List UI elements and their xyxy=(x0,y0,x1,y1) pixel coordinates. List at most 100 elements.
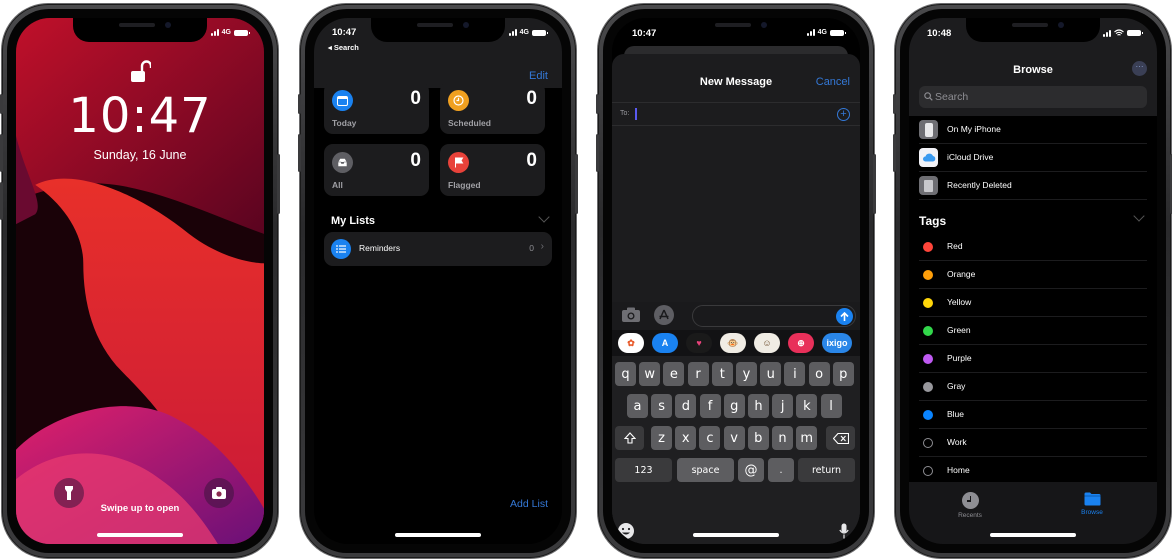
send-button[interactable] xyxy=(836,308,853,325)
edit-button[interactable]: Edit xyxy=(529,70,548,82)
key-x[interactable]: x xyxy=(675,426,697,450)
dictation-button[interactable] xyxy=(836,520,852,542)
app-store-icon[interactable]: A xyxy=(652,333,678,353)
key-g[interactable]: g xyxy=(723,394,745,418)
tag-home[interactable]: Home xyxy=(919,457,1147,485)
key-a[interactable]: a xyxy=(627,394,648,418)
key-s[interactable]: s xyxy=(651,394,673,418)
return-key[interactable]: return xyxy=(798,458,855,482)
add-list-button[interactable]: Add List xyxy=(510,498,548,510)
recipient-field[interactable]: To: + xyxy=(612,102,860,126)
collapse-chevron-icon[interactable] xyxy=(1133,210,1145,222)
smart-list-today[interactable]: 0 Today xyxy=(324,82,429,134)
tab-browse[interactable]: Browse xyxy=(1067,492,1117,516)
emoji-button[interactable] xyxy=(615,520,637,542)
home-indicator[interactable] xyxy=(395,533,481,537)
location-recently-deleted[interactable]: Recently Deleted xyxy=(919,172,1147,200)
photos-app-icon[interactable]: ✿ xyxy=(618,333,644,353)
search-input[interactable]: Search xyxy=(919,86,1147,108)
phone-messages: 10:47 4G New Message Cancel To: + ✿ A ♥ … xyxy=(596,4,876,558)
memoji-icon[interactable]: ☺ xyxy=(754,333,780,353)
tag-green[interactable]: Green xyxy=(919,317,1147,345)
more-options-button[interactable]: ··· xyxy=(1132,61,1147,76)
status-bar: 10:47 4G xyxy=(612,26,860,42)
numbers-key[interactable]: 123 xyxy=(615,458,672,482)
delete-key[interactable] xyxy=(826,426,855,450)
key-l[interactable]: l xyxy=(820,394,842,418)
swipe-hint: Swipe up to open xyxy=(100,503,180,514)
key-n[interactable]: n xyxy=(772,426,793,450)
camera-icon xyxy=(212,487,226,499)
mute-switch xyxy=(596,94,599,114)
location-label: iCloud Drive xyxy=(947,152,994,162)
battery-icon xyxy=(234,29,250,36)
to-label: To: xyxy=(620,110,630,117)
tag-gray[interactable]: Gray xyxy=(919,373,1147,401)
key-v[interactable]: v xyxy=(723,426,745,450)
period-key[interactable]: . xyxy=(768,458,794,482)
tag-red[interactable]: Red xyxy=(919,233,1147,261)
key-i[interactable]: i xyxy=(784,362,806,386)
animoji-icon[interactable]: 🐵 xyxy=(720,333,746,353)
list-count: 0 xyxy=(529,243,534,253)
images-search-icon[interactable]: ⊕ xyxy=(788,333,814,353)
key-w[interactable]: w xyxy=(639,362,661,386)
signal-icon xyxy=(1103,29,1111,37)
location-label: On My iPhone xyxy=(947,124,1001,134)
app-store-button[interactable] xyxy=(654,305,674,325)
lock-screen[interactable]: 4G 10:47 Sunday, 16 June Swipe up to ope… xyxy=(16,18,264,544)
key-c[interactable]: c xyxy=(699,426,721,450)
space-key[interactable]: space xyxy=(677,458,734,482)
key-j[interactable]: j xyxy=(772,394,794,418)
ixigo-app-icon[interactable]: ixigo xyxy=(822,333,852,353)
tag-label: Red xyxy=(947,241,963,251)
tag-purple[interactable]: Purple xyxy=(919,345,1147,373)
key-r[interactable]: r xyxy=(687,362,709,386)
key-k[interactable]: k xyxy=(796,394,818,418)
collapse-chevron-icon[interactable] xyxy=(538,211,550,223)
key-p[interactable]: p xyxy=(832,362,854,386)
smart-list-scheduled[interactable]: 0 Scheduled xyxy=(440,82,545,134)
tag-work[interactable]: Work xyxy=(919,429,1147,457)
key-q[interactable]: q xyxy=(615,362,636,386)
camera-button[interactable] xyxy=(622,307,640,327)
search-icon xyxy=(924,92,933,101)
location-on-my-iphone[interactable]: On My iPhone xyxy=(919,116,1147,144)
key-h[interactable]: h xyxy=(748,394,769,418)
home-indicator[interactable] xyxy=(97,533,183,537)
cancel-button[interactable]: Cancel xyxy=(816,76,850,88)
key-m[interactable]: m xyxy=(796,426,818,450)
key-b[interactable]: b xyxy=(747,426,769,450)
digital-touch-icon[interactable]: ♥ xyxy=(686,333,712,353)
key-u[interactable]: u xyxy=(760,362,782,386)
shift-key[interactable] xyxy=(615,426,644,450)
tab-recents[interactable]: Recents xyxy=(945,492,995,519)
microphone-icon xyxy=(839,523,849,539)
key-e[interactable]: e xyxy=(663,362,685,386)
tag-blue[interactable]: Blue xyxy=(919,401,1147,429)
home-indicator[interactable] xyxy=(693,533,779,537)
home-indicator[interactable] xyxy=(990,533,1076,537)
key-z[interactable]: z xyxy=(651,426,672,450)
location-icloud-drive[interactable]: iCloud Drive xyxy=(919,144,1147,172)
back-to-search-link[interactable]: ◂ Search xyxy=(328,43,359,52)
network-label: 4G xyxy=(221,29,231,36)
key-f[interactable]: f xyxy=(699,394,721,418)
key-d[interactable]: d xyxy=(675,394,697,418)
message-input[interactable] xyxy=(692,305,856,327)
tag-label: Orange xyxy=(947,269,976,279)
key-o[interactable]: o xyxy=(808,362,830,386)
smart-list-all[interactable]: 0 All xyxy=(324,144,429,196)
tag-orange[interactable]: Orange xyxy=(919,261,1147,289)
key-y[interactable]: y xyxy=(736,362,757,386)
tag-yellow[interactable]: Yellow xyxy=(919,289,1147,317)
add-contact-button[interactable]: + xyxy=(837,108,850,121)
key-t[interactable]: t xyxy=(711,362,733,386)
clock-icon xyxy=(961,492,979,509)
tab-label: Browse xyxy=(1081,509,1103,516)
list-item-reminders[interactable]: Reminders 0 › xyxy=(324,232,552,266)
at-key[interactable]: @ xyxy=(738,458,764,482)
smart-list-flagged[interactable]: 0 Flagged xyxy=(440,144,545,196)
text-cursor xyxy=(635,108,637,120)
flagged-label: Flagged xyxy=(448,180,481,190)
